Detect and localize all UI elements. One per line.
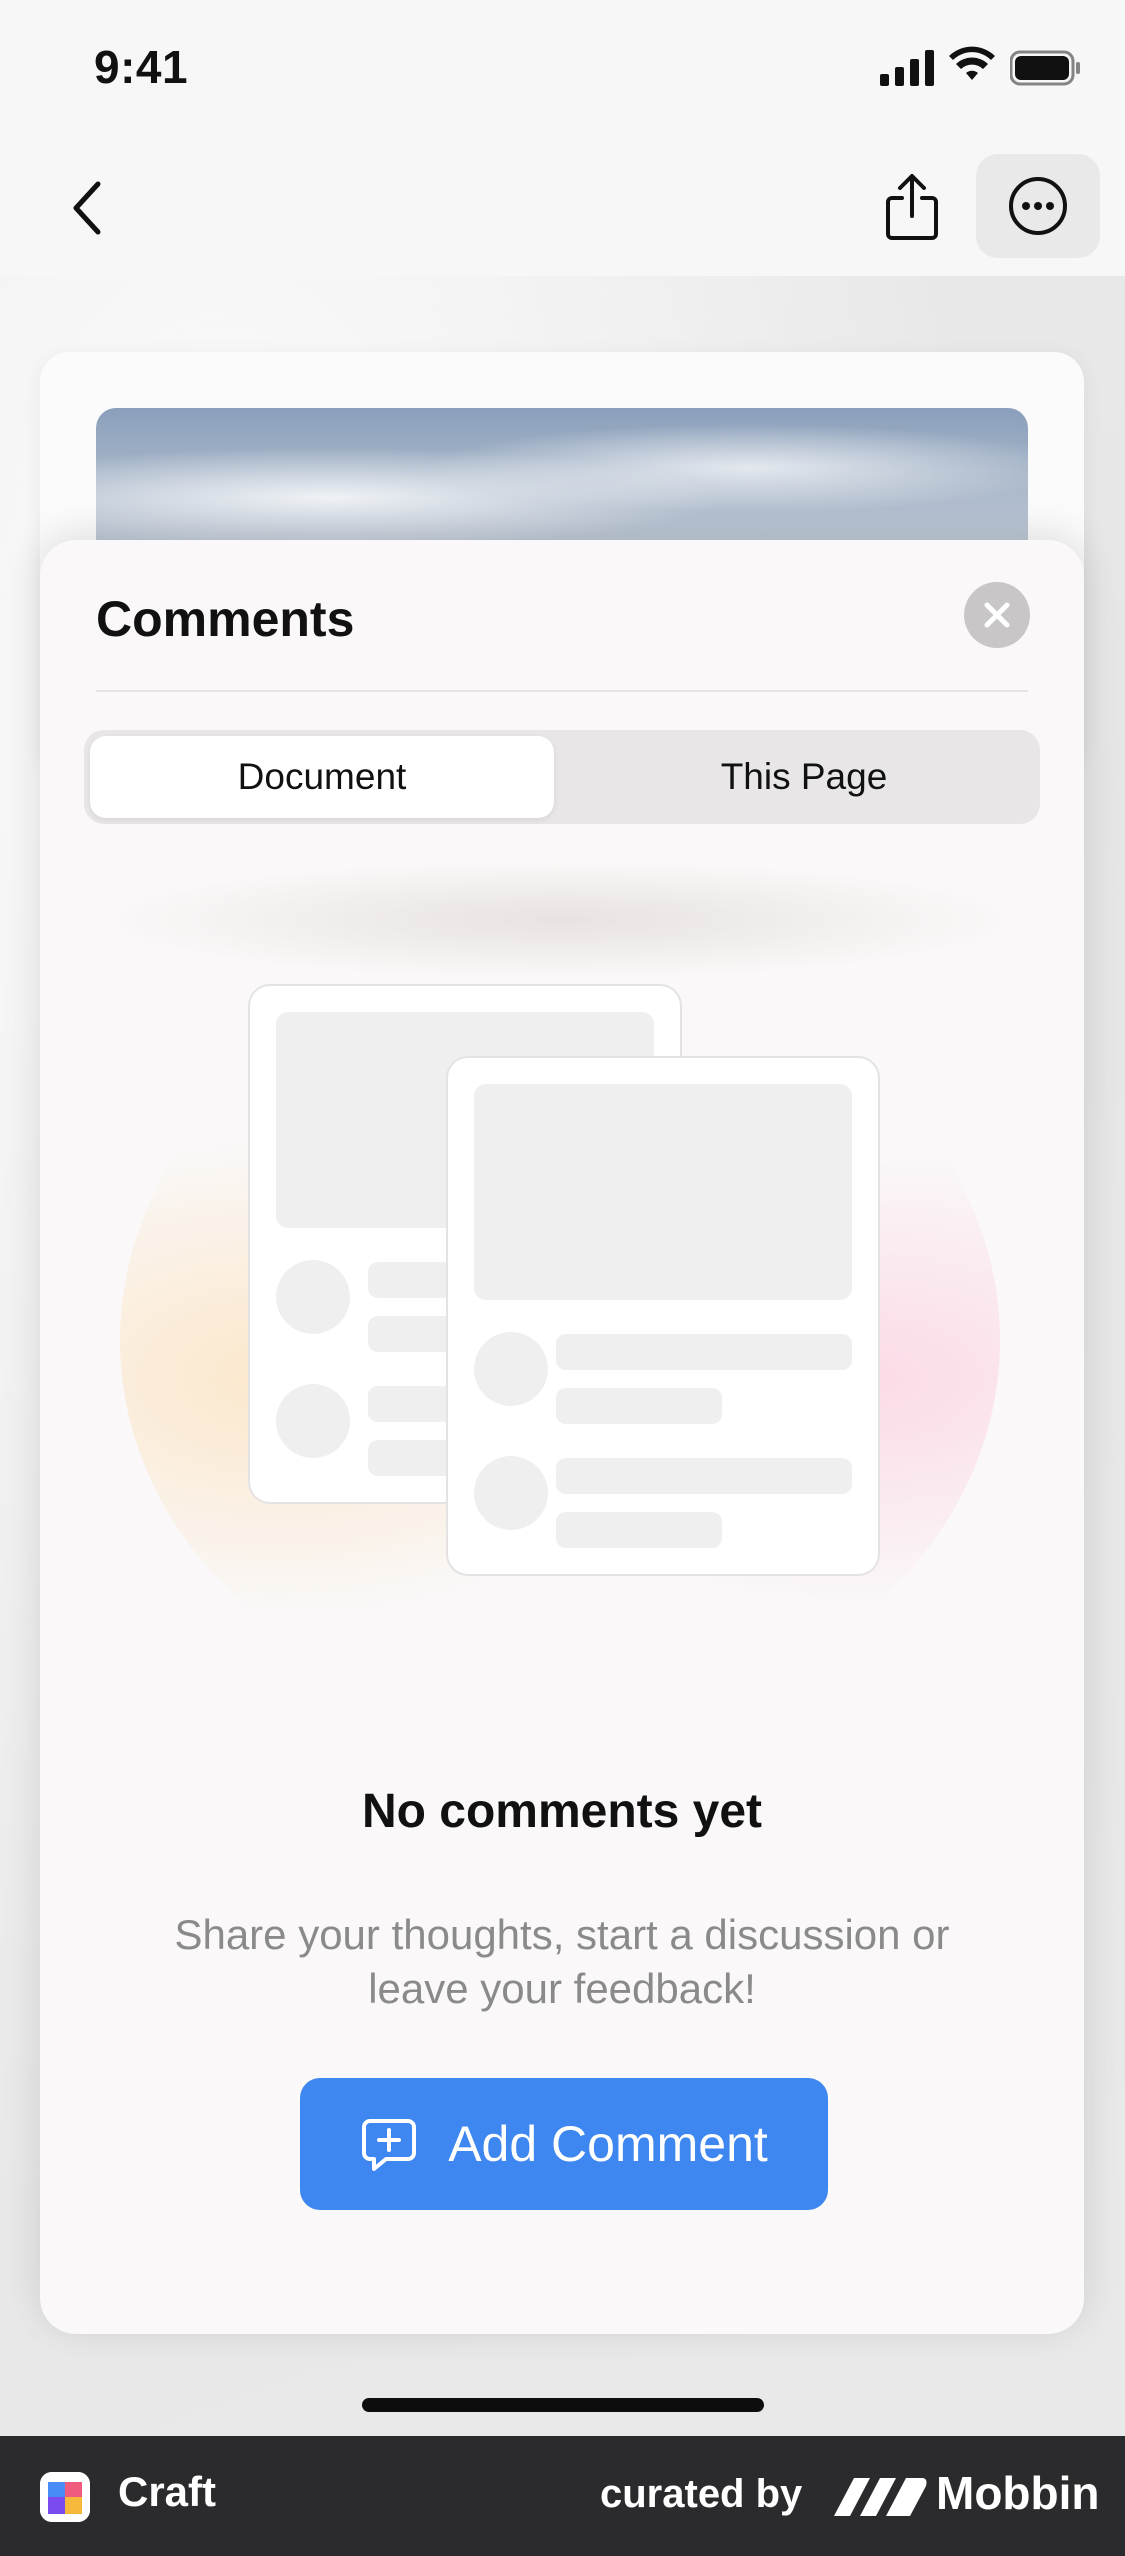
navigation-bar [0,140,1125,276]
placeholder-line [556,1334,852,1370]
status-time: 9:41 [94,41,189,93]
add-comment-button[interactable]: Add Comment [300,2078,828,2210]
footer-curated-by: curated by [600,2472,803,2516]
tab-document[interactable]: Document [90,736,554,818]
comments-scope-segmented-control: Document This Page [84,730,1040,824]
comment-plus-icon [362,2119,417,2171]
ellipsis-circle-icon [1009,177,1067,235]
empty-state-description: Share your thoughts, start a discussion … [174,1911,950,2012]
document-cover-image [96,408,1028,558]
empty-state-title: No comments yet [361,1785,763,1838]
more-options-button[interactable] [976,154,1100,258]
share-icon [886,174,938,240]
placeholder-avatar [276,1260,350,1334]
placeholder-avatar [474,1332,548,1406]
cellular-signal-icon [880,50,934,86]
footer-app-name: Craft [118,2468,217,2515]
empty-illustration-card-front [446,1056,880,1576]
footer-brand: Mobbin [936,2467,1100,2519]
placeholder-line [556,1458,852,1494]
placeholder-line [556,1388,722,1424]
close-icon [984,602,1010,628]
tab-this-page[interactable]: This Page [574,736,1034,818]
placeholder-avatar [474,1456,548,1530]
wifi-icon [949,46,995,80]
placeholder-image [474,1084,852,1300]
battery-icon [1010,50,1080,86]
chevron-left-icon [73,181,101,235]
comments-sheet: Comments Document This Page No comments … [40,540,1084,2334]
placeholder-avatar [276,1384,350,1458]
divider [96,690,1028,692]
sheet-title: Comments [96,591,355,647]
close-button[interactable] [964,582,1030,648]
placeholder-line [556,1512,722,1548]
mobbin-logo-icon [834,2478,927,2516]
share-button[interactable] [872,164,952,250]
add-comment-label: Add Comment [448,2116,768,2172]
craft-app-icon [40,2472,90,2522]
status-bar: 9:41 [0,0,1125,140]
back-button[interactable] [56,168,116,248]
footer-banner: Craft curated by Mobbin [0,2436,1125,2556]
home-indicator [362,2398,764,2412]
